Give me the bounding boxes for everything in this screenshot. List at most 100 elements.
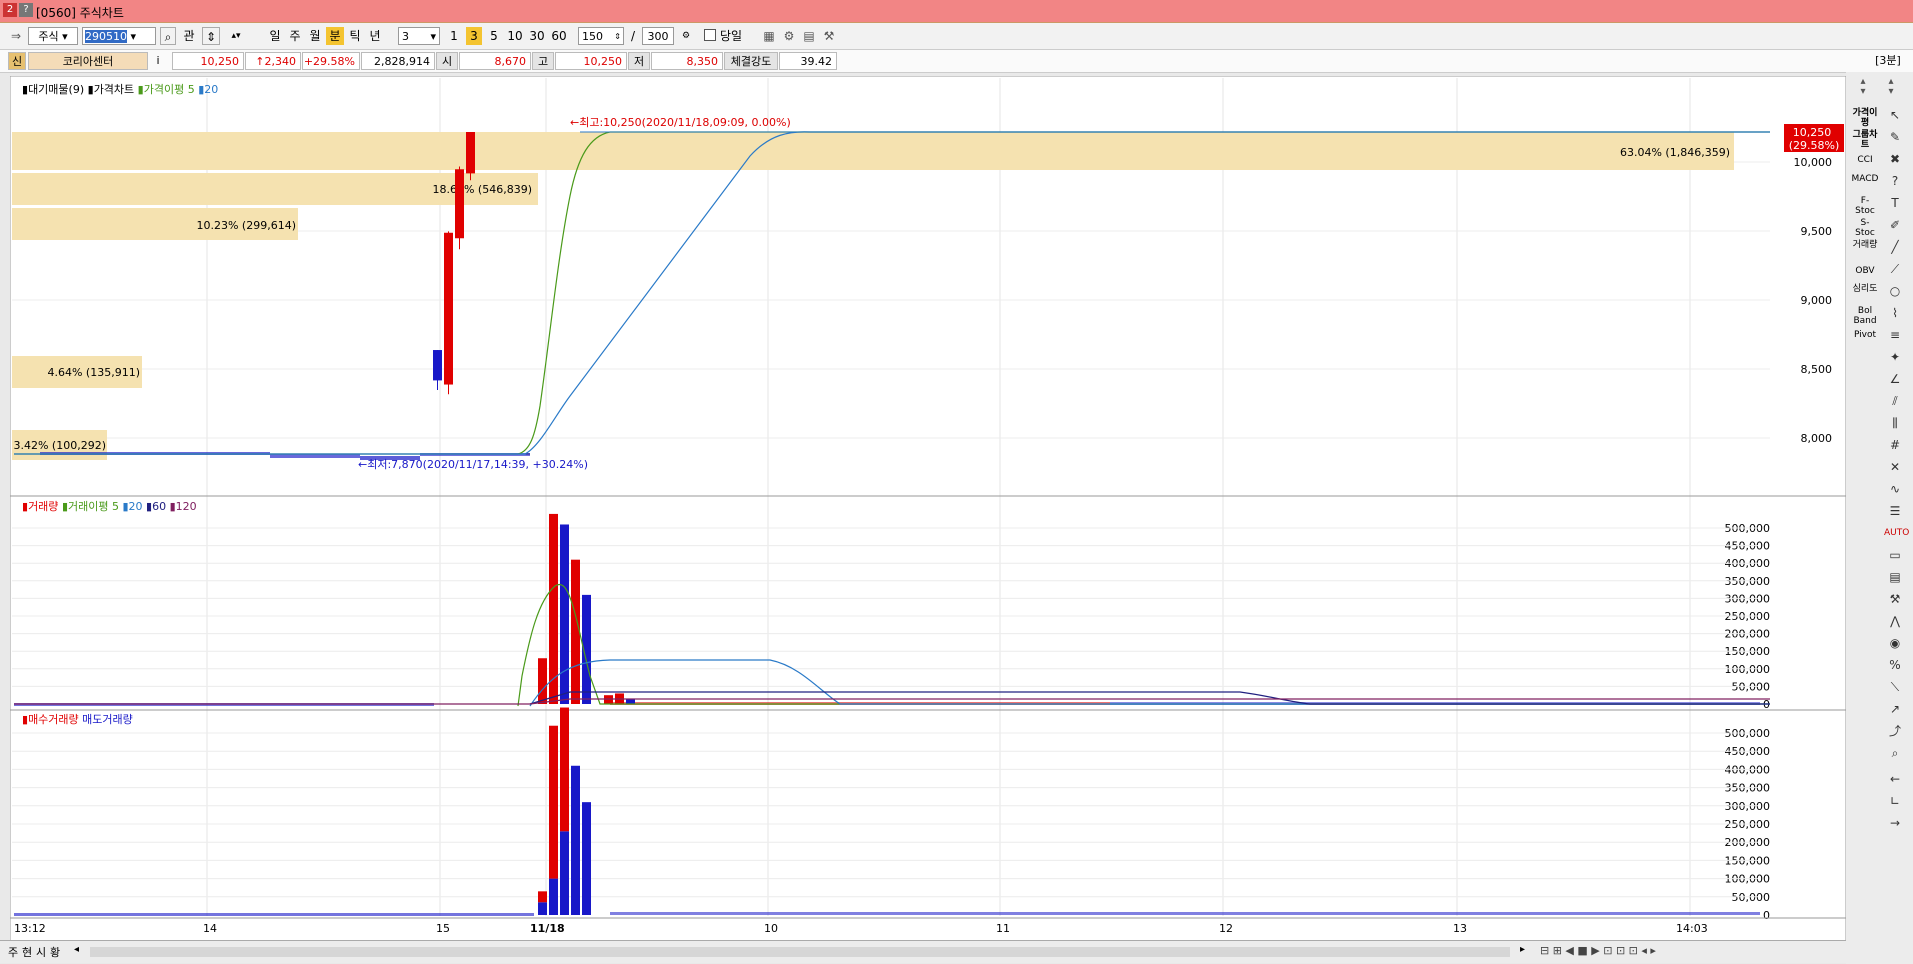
interval-10[interactable]: 10 <box>506 27 524 45</box>
help-icon[interactable]: ? <box>19 3 33 17</box>
eye-icon[interactable]: ◉ <box>1884 634 1906 652</box>
circle-icon[interactable]: ○ <box>1884 282 1906 300</box>
corner-icon[interactable]: ∟ <box>1884 792 1906 810</box>
forward-icon[interactable]: → <box>1884 814 1906 832</box>
hammer-icon[interactable]: ⚒ <box>1884 590 1906 608</box>
period-minute[interactable]: 분 <box>326 27 344 45</box>
period-week[interactable]: 주 <box>286 27 304 45</box>
candle-body <box>466 132 475 174</box>
save-icon[interactable]: ▦ <box>760 27 778 45</box>
back-icon[interactable]: ← <box>1884 770 1906 788</box>
line-icon[interactable]: ╱ <box>1884 238 1906 256</box>
page-icon[interactable]: ▤ <box>1884 568 1906 586</box>
list-icon[interactable]: ☰ <box>1884 502 1906 520</box>
wave-icon[interactable]: ∿ <box>1884 480 1906 498</box>
tab-hwang[interactable]: 황 <box>50 944 60 960</box>
settings-icon[interactable]: ⚙ <box>678 27 694 45</box>
indicator-bolband[interactable]: Bol Band <box>1851 306 1879 326</box>
sell-volume-bar <box>582 802 591 915</box>
pencil-icon[interactable]: ✐ <box>1884 216 1906 234</box>
profile-label-4: 4.64% (135,911) <box>47 366 140 379</box>
stock-code-input[interactable]: 290510 ▾ <box>82 27 156 45</box>
grid-icon[interactable]: # <box>1884 436 1906 454</box>
hline-icon[interactable]: ≡ <box>1884 326 1906 344</box>
quote-bar: 신 코리아센터 i 10,250 ↑2,340 +29.58% 2,828,91… <box>0 50 1913 73</box>
delete-icon[interactable]: ✖ <box>1884 150 1906 168</box>
low-label: 저 <box>628 52 650 70</box>
chart-canvas[interactable]: 63.04% (1,846,359) 18.67% (546,839) 10.2… <box>10 76 1846 962</box>
period-tick[interactable]: 틱 <box>346 27 364 45</box>
tab-ju[interactable]: 주 <box>8 944 18 960</box>
period-year[interactable]: 년 <box>366 27 384 45</box>
count-input[interactable]: 150 ⇕ <box>578 27 624 45</box>
bars-icon[interactable]: ⫼ <box>1884 414 1906 432</box>
cursor-icon[interactable]: ↖ <box>1884 106 1906 124</box>
cross-icon[interactable]: ✕ <box>1884 458 1906 476</box>
tools-down-icon[interactable]: ▾ <box>1880 86 1902 108</box>
indicator-cci[interactable]: CCI <box>1851 155 1879 165</box>
period-month[interactable]: 월 <box>306 27 324 45</box>
diagonal-icon[interactable]: ⟍ <box>1884 678 1906 696</box>
indicator-ma[interactable]: 가격이평 <box>1851 108 1879 128</box>
period-day[interactable]: 일 <box>266 27 284 45</box>
channel-icon[interactable]: ⫽ <box>1884 392 1906 410</box>
interval-select[interactable]: 3 ▾ <box>398 27 440 45</box>
auto-icon[interactable]: AUTO <box>1884 524 1909 542</box>
tab-hyun[interactable]: 현 <box>22 944 32 960</box>
gear-icon[interactable]: ⚙ <box>780 27 798 45</box>
new-badge: 신 <box>8 52 26 70</box>
svg-text:12: 12 <box>1219 922 1233 935</box>
trend-icon[interactable]: ⤴ <box>1884 722 1906 740</box>
interest-button[interactable]: 관 <box>180 27 198 45</box>
stepper-icon[interactable]: ▴▾ <box>224 27 248 45</box>
scroll-icon[interactable]: ⇕ <box>202 27 220 45</box>
interval-5[interactable]: 5 <box>486 27 502 45</box>
interval-3[interactable]: 3 <box>466 27 482 45</box>
indicator-group[interactable]: 그룹차트 <box>1851 130 1879 150</box>
scroll-left-icon[interactable]: ◂ <box>74 944 79 955</box>
indicator-volume[interactable]: 거래량 <box>1851 240 1879 250</box>
eraser-icon[interactable]: ✎ <box>1884 128 1906 146</box>
zoom-controls-icon[interactable]: ⊟ ⊞ ◀ ■ ▶ ⊡ ⊡ ⊡ ◂ ▸ <box>1540 944 1656 957</box>
panel-down-icon[interactable]: ▾ <box>1852 86 1874 108</box>
interval-60[interactable]: 60 <box>550 27 568 45</box>
ray-icon[interactable]: ⟋ <box>1884 260 1906 278</box>
interval-30[interactable]: 30 <box>528 27 546 45</box>
window-title: [0560] 주식차트 <box>36 6 124 20</box>
today-checkbox[interactable] <box>704 29 716 41</box>
horizontal-scrollbar[interactable] <box>90 947 1510 957</box>
profile-label-2: 18.67% (546,839) <box>432 183 532 196</box>
tool-icon[interactable]: ⚒ <box>820 27 838 45</box>
print-icon[interactable]: ▤ <box>800 27 818 45</box>
marker-icon[interactable]: ✦ <box>1884 348 1906 366</box>
angle-icon[interactable]: ∠ <box>1884 370 1906 388</box>
scroll-right-icon[interactable]: ▸ <box>1520 944 1525 955</box>
total-input[interactable]: 300 <box>642 27 674 45</box>
tab-si[interactable]: 시 <box>36 944 46 960</box>
fibo-icon[interactable]: ⌇ <box>1884 304 1906 322</box>
indicator-psy[interactable]: 심리도 <box>1851 284 1879 294</box>
info-button[interactable]: i <box>150 52 166 70</box>
svg-text:11: 11 <box>996 922 1010 935</box>
sell-volume-bar <box>571 765 580 915</box>
indicator-obv[interactable]: OBV <box>1851 266 1879 276</box>
zoom-chart-icon[interactable]: ⌕ <box>1884 744 1906 762</box>
chart-icon[interactable]: ⋀ <box>1884 612 1906 630</box>
indicator-sstoc[interactable]: S-Stoc <box>1851 218 1879 238</box>
percent-icon[interactable]: % <box>1884 656 1906 674</box>
arrow-icon[interactable]: ↗ <box>1884 700 1906 718</box>
window-icon[interactable]: ▭ <box>1884 546 1906 564</box>
profile-label-3: 10.23% (299,614) <box>196 219 296 232</box>
buy-volume-bar <box>538 891 547 903</box>
text-icon[interactable]: T <box>1884 194 1906 212</box>
indicator-fstoc[interactable]: F-Stoc <box>1851 196 1879 216</box>
link-icon[interactable]: ⇒ <box>6 27 26 45</box>
market-select[interactable]: 주식 ▾ <box>28 27 78 45</box>
today-label: 당일 <box>720 29 743 43</box>
stock-name[interactable]: 코리아센터 <box>28 52 148 70</box>
interval-1[interactable]: 1 <box>446 27 462 45</box>
indicator-pivot[interactable]: Pivot <box>1851 330 1879 340</box>
question-icon[interactable]: ? <box>1884 172 1906 190</box>
indicator-macd[interactable]: MACD <box>1851 174 1879 184</box>
search-icon[interactable]: ⌕ <box>160 27 176 45</box>
